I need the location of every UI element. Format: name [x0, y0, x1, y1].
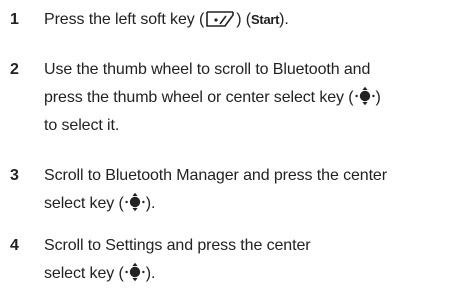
step-line: select key ( ). — [44, 190, 464, 218]
step-text-part: ) — [375, 89, 381, 106]
key-name-label: Start — [251, 12, 280, 27]
step-text-part: press the thumb wheel or center select k… — [44, 89, 354, 106]
instruction-page: 1 Press the left soft key ( ) (Start). 2… — [0, 0, 466, 293]
step-line: to select it. — [44, 117, 120, 134]
step-number: 1 — [10, 11, 19, 28]
step-text: Scroll to Settings and press the center … — [44, 232, 464, 288]
step-text-part: ). — [279, 11, 289, 28]
step-text: Use the thumb wheel to scroll to Bluetoo… — [44, 56, 464, 140]
left-soft-key-icon — [206, 10, 235, 27]
step-line: Press the left soft key ( ) (Start). — [44, 6, 464, 34]
step-line: press the thumb wheel or center select k… — [44, 84, 464, 112]
step-text-part: select key ( — [44, 265, 124, 282]
center-select-key-icon — [125, 262, 145, 281]
step-line: Use the thumb wheel to scroll to Bluetoo… — [44, 61, 371, 78]
center-select-key-icon — [354, 86, 375, 105]
step-text: Scroll to Bluetooth Manager and press th… — [44, 162, 464, 218]
step-text-part: ). — [145, 265, 156, 282]
step-text-part: ). — [145, 195, 156, 212]
step-number: 2 — [10, 61, 19, 78]
step-text-part: select key ( — [44, 195, 124, 212]
step-line: select key ( ). — [44, 260, 464, 288]
step-text-part: ) ( — [236, 11, 252, 28]
center-select-key-icon — [125, 192, 145, 211]
step-line: Scroll to Bluetooth Manager and press th… — [44, 167, 387, 184]
step-number: 3 — [10, 167, 19, 184]
step-number: 4 — [10, 237, 19, 254]
step-line: Scroll to Settings and press the center — [44, 237, 311, 254]
step-text-part: Press the left soft key ( — [44, 11, 205, 28]
step-text: Press the left soft key ( ) (Start). — [44, 6, 464, 34]
